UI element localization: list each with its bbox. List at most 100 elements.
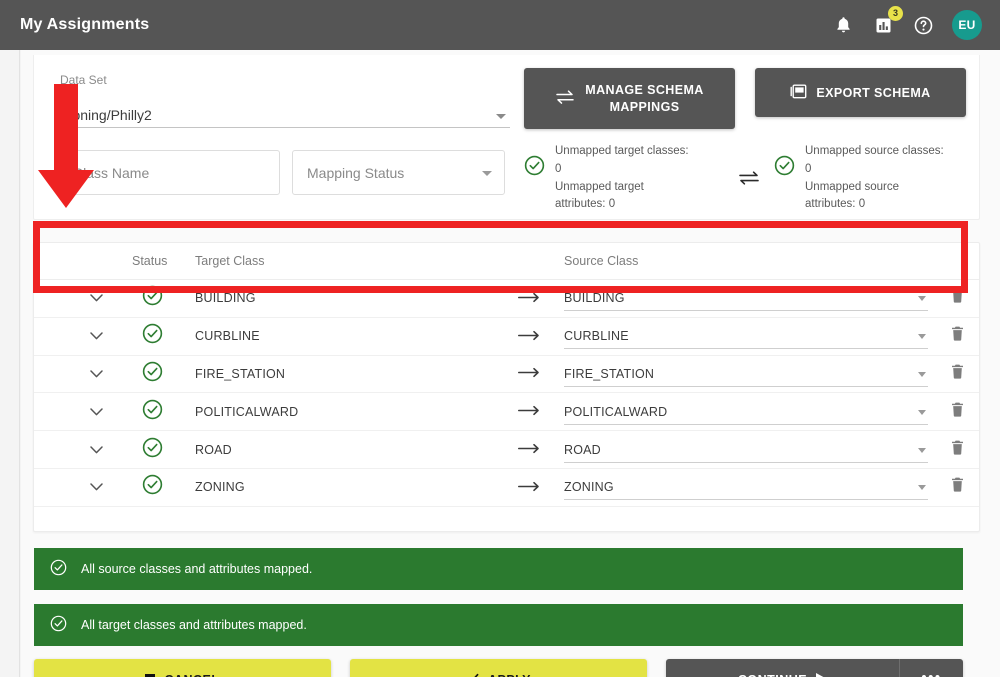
avatar[interactable]: EU — [952, 10, 982, 40]
source-class-value: ROAD — [564, 442, 601, 457]
row-expand-chevron-icon[interactable] — [90, 327, 103, 345]
target-class-value: POLITICALWARD — [195, 404, 299, 419]
source-class-select[interactable]: POLITICALWARD — [564, 399, 928, 425]
source-class-value: POLITICALWARD — [564, 404, 668, 419]
delete-mapping-button[interactable] — [951, 402, 964, 422]
delete-mapping-button[interactable] — [951, 288, 964, 308]
mapping-table: Status Target Class Source Class BUILDIN… — [33, 242, 980, 532]
swap-direction-icon[interactable] — [724, 143, 774, 213]
unmapped-target-classes-value: 0 — [555, 162, 562, 175]
manage-label-line1: MANAGE SCHEMA — [585, 82, 704, 97]
column-header-target-class: Target Class — [195, 254, 265, 268]
table-body: BUILDING BUILDING CURBLINE CURBLINE FIRE_STA… — [34, 280, 979, 507]
source-class-select[interactable]: CURBLINE — [564, 323, 928, 350]
table-row[interactable]: CURBLINE CURBLINE — [34, 318, 979, 356]
main-content: Data Set /Zoning/Philly2 Class Name Mapp… — [21, 50, 1000, 677]
chevron-down-icon — [918, 409, 926, 415]
unmapped-source-classes-value: 0 — [805, 162, 812, 175]
banner-source-mapped: All source classes and attributes mapped… — [34, 548, 963, 590]
status-badge — [142, 399, 163, 425]
unmapped-source-classes-label: Unmapped source classes: — [805, 145, 944, 157]
unmapped-target-attributes-value: attributes: 0 — [555, 198, 616, 211]
maps-to-arrow-icon — [518, 365, 540, 382]
maps-to-arrow-icon — [518, 328, 540, 345]
export-schema-label: EXPORT SCHEMA — [816, 85, 931, 100]
chevron-down-icon — [918, 485, 926, 491]
target-class-value: ROAD — [195, 442, 232, 457]
source-class-select[interactable]: ROAD — [564, 437, 928, 463]
source-class-select[interactable]: ZONING — [564, 474, 928, 501]
banner-target-text: All target classes and attributes mapped… — [81, 618, 307, 632]
dataset-value: /Zoning/Philly2 — [60, 107, 152, 123]
stop-square-icon — [145, 673, 156, 677]
mapping-status-select[interactable]: Mapping Status — [292, 150, 505, 195]
cancel-label: CANCEL — [164, 673, 219, 677]
unmapped-target-block: Unmapped target classes: 0 Unmapped targ… — [524, 143, 724, 214]
source-class-value: BUILDING — [564, 291, 625, 306]
continue-button[interactable]: CONTINUE — [666, 659, 899, 677]
left-rail — [0, 50, 20, 677]
row-expand-chevron-icon[interactable] — [90, 478, 103, 496]
table-row[interactable]: ZONING ZONING — [34, 469, 979, 507]
status-badge — [142, 285, 163, 311]
play-triangle-icon — [816, 672, 827, 677]
more-options-button[interactable]: ••• — [899, 659, 963, 677]
chevron-down-icon — [482, 171, 492, 176]
maps-to-arrow-icon — [518, 290, 540, 307]
delete-mapping-button[interactable] — [951, 326, 964, 346]
chevron-down-icon — [918, 334, 926, 340]
source-class-select[interactable]: BUILDING — [564, 285, 928, 312]
source-class-select[interactable]: FIRE_STATION — [564, 361, 928, 387]
table-row[interactable]: FIRE_STATION FIRE_STATION — [34, 356, 979, 394]
target-class-value: BUILDING — [195, 291, 256, 306]
unmapped-target-classes-label: Unmapped target classes: — [555, 145, 689, 157]
chevron-down-icon — [918, 371, 926, 377]
header-icon-group: 3 EU — [832, 6, 982, 40]
export-schema-button[interactable]: EXPORT SCHEMA — [755, 68, 966, 117]
manage-schema-mappings-button[interactable]: MANAGE SCHEMA MAPPINGS — [524, 68, 735, 129]
chart-icon[interactable]: 3 — [872, 6, 903, 36]
page-title: My Assignments — [20, 16, 150, 33]
unmapped-source-attributes-label: Unmapped source — [805, 180, 899, 193]
status-badge — [142, 474, 163, 500]
filters-panel: Data Set /Zoning/Philly2 Class Name Mapp… — [33, 55, 980, 220]
column-header-status: Status — [132, 254, 168, 268]
status-badge — [142, 323, 163, 349]
table-row[interactable]: POLITICALWARD POLITICALWARD — [34, 393, 979, 432]
unmapped-summary: Unmapped target classes: 0 Unmapped targ… — [524, 143, 974, 213]
row-expand-chevron-icon[interactable] — [90, 289, 103, 307]
row-expand-chevron-icon[interactable] — [90, 441, 103, 459]
apply-button[interactable]: APPLY — [350, 659, 647, 677]
table-header-row: Status Target Class Source Class — [34, 243, 979, 280]
column-header-source-class: Source Class — [564, 254, 639, 268]
apply-label: APPLY — [488, 673, 531, 677]
check-circle-icon — [524, 155, 545, 181]
chart-badge-count: 3 — [888, 6, 903, 21]
row-expand-chevron-icon[interactable] — [90, 403, 103, 421]
status-badge — [142, 437, 163, 463]
maps-to-arrow-icon — [518, 441, 540, 458]
continue-label: CONTINUE — [738, 673, 807, 677]
unmapped-source-block: Unmapped source classes: 0 Unmapped sour… — [774, 143, 974, 214]
continue-button-group: CONTINUE ••• — [666, 659, 963, 677]
target-class-value: FIRE_STATION — [195, 366, 286, 381]
check-circle-icon — [50, 615, 67, 635]
row-expand-chevron-icon[interactable] — [90, 365, 103, 383]
maps-to-arrow-icon — [518, 479, 540, 496]
help-icon[interactable] — [912, 14, 934, 36]
check-circle-icon — [50, 559, 67, 579]
app-root: My Assignments 3 EU Data Set /Zoning/Phi… — [0, 0, 1000, 677]
app-header: My Assignments 3 EU — [0, 0, 1000, 50]
table-row[interactable]: BUILDING BUILDING — [34, 280, 979, 318]
manage-label-line2: MAPPINGS — [609, 99, 680, 114]
cancel-button[interactable]: CANCEL — [34, 659, 331, 677]
class-name-input[interactable]: Class Name — [60, 150, 280, 195]
dataset-select[interactable]: /Zoning/Philly2 — [60, 100, 510, 128]
banner-source-text: All source classes and attributes mapped… — [81, 562, 313, 576]
bell-icon[interactable] — [832, 14, 854, 36]
delete-mapping-button[interactable] — [951, 477, 964, 497]
pdf-export-icon — [790, 84, 807, 102]
delete-mapping-button[interactable] — [951, 364, 964, 384]
table-row[interactable]: ROAD ROAD — [34, 431, 979, 469]
delete-mapping-button[interactable] — [951, 440, 964, 460]
